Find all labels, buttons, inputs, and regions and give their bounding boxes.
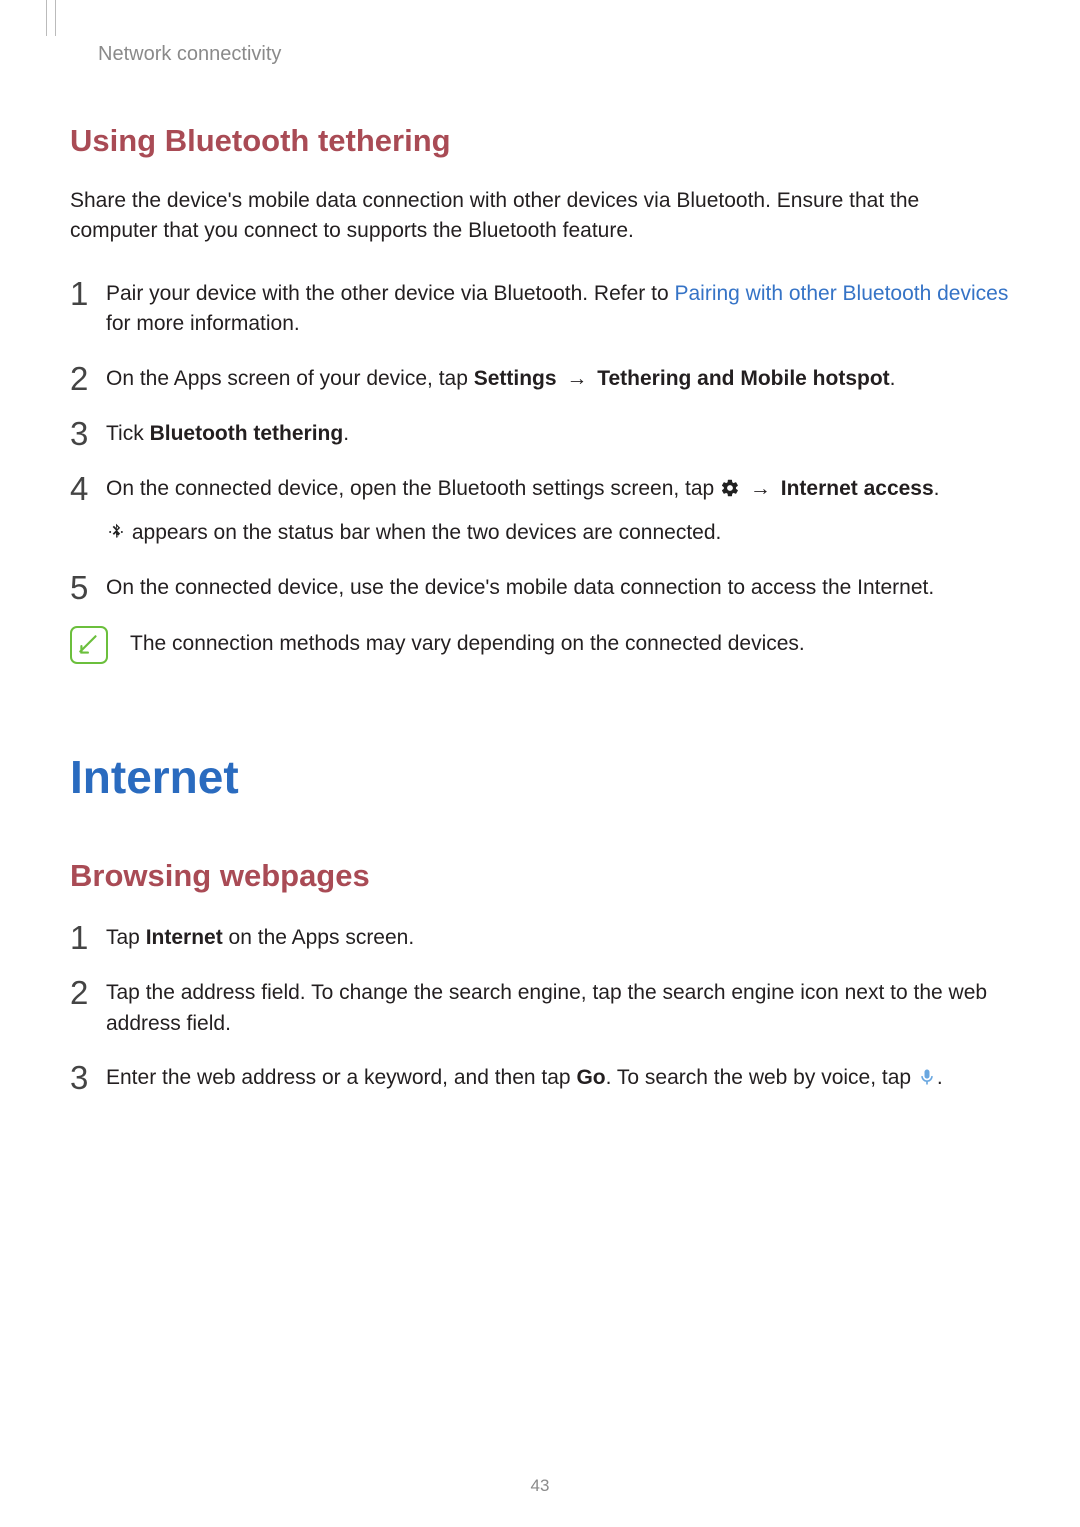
step-number: 5 xyxy=(70,571,106,604)
arrow: → xyxy=(740,477,781,500)
step-4: 4 On the connected device, open the Blue… xyxy=(70,472,1010,549)
bold-settings: Settings xyxy=(474,367,557,390)
step-number: 1 xyxy=(70,921,106,954)
step-1: 1 Pair your device with the other device… xyxy=(70,277,1010,340)
step-number: 2 xyxy=(70,362,106,395)
note-row: The connection methods may vary dependin… xyxy=(70,626,1010,664)
bold-internet: Internet xyxy=(146,926,223,949)
step-body: On the connected device, open the Blueto… xyxy=(106,472,1010,549)
step-body: Tap the address field. To change the sea… xyxy=(106,976,1010,1039)
text: . xyxy=(937,1066,943,1089)
step-1b: 1 Tap Internet on the Apps screen. xyxy=(70,921,1010,954)
text: On the connected device, open the Blueto… xyxy=(106,477,720,500)
step-sub: appears on the status bar when the two d… xyxy=(106,518,1010,548)
text: for more information. xyxy=(106,312,300,335)
gear-icon xyxy=(720,478,740,498)
bold-bluetooth-tethering: Bluetooth tethering xyxy=(150,422,344,445)
text: . To search the web by voice, tap xyxy=(606,1066,917,1089)
text: . xyxy=(890,367,896,390)
step-2: 2 On the Apps screen of your device, tap… xyxy=(70,362,1010,395)
page-number: 43 xyxy=(0,1474,1080,1499)
step-3b: 3 Enter the web address or a keyword, an… xyxy=(70,1061,1010,1094)
step-3: 3 Tick Bluetooth tethering. xyxy=(70,417,1010,450)
step-body: On the Apps screen of your device, tap S… xyxy=(106,362,1010,394)
text: On the Apps screen of your device, tap xyxy=(106,367,474,390)
step-number: 3 xyxy=(70,417,106,450)
text: . xyxy=(343,422,349,445)
step-body: Tap Internet on the Apps screen. xyxy=(106,921,1010,953)
note-text: The connection methods may vary dependin… xyxy=(130,629,805,659)
step-number: 4 xyxy=(70,472,106,505)
step-number: 1 xyxy=(70,277,106,310)
intro-paragraph: Share the device's mobile data connectio… xyxy=(70,186,1010,247)
step-number: 3 xyxy=(70,1061,106,1094)
page-crop-mark xyxy=(46,0,56,36)
step-body: Pair your device with the other device v… xyxy=(106,277,1010,340)
step-number: 2 xyxy=(70,976,106,1009)
bold-go: Go xyxy=(576,1066,605,1089)
text: appears on the status bar when the two d… xyxy=(126,521,721,544)
bluetooth-tether-icon xyxy=(106,522,126,542)
text: on the Apps screen. xyxy=(223,926,414,949)
bold-tethering: Tethering and Mobile hotspot xyxy=(597,367,889,390)
link-pairing-bluetooth[interactable]: Pairing with other Bluetooth devices xyxy=(674,282,1008,305)
text: Tap xyxy=(106,926,146,949)
heading-browsing-webpages: Browsing webpages xyxy=(70,854,1010,899)
step-body: On the connected device, use the device'… xyxy=(106,571,1010,603)
mic-icon xyxy=(917,1067,937,1087)
text: Pair your device with the other device v… xyxy=(106,282,674,305)
text: Enter the web address or a keyword, and … xyxy=(106,1066,576,1089)
heading-internet: Internet xyxy=(70,744,1010,811)
note-icon xyxy=(70,626,108,664)
text: . xyxy=(934,477,940,500)
heading-using-bluetooth-tethering: Using Bluetooth tethering xyxy=(70,119,1010,164)
step-body: Enter the web address or a keyword, and … xyxy=(106,1061,1010,1093)
step-body: Tick Bluetooth tethering. xyxy=(106,417,1010,449)
bold-internet-access: Internet access xyxy=(781,477,934,500)
arrow: → xyxy=(557,367,598,390)
text: Tick xyxy=(106,422,150,445)
step-2b: 2 Tap the address field. To change the s… xyxy=(70,976,1010,1039)
step-5: 5 On the connected device, use the devic… xyxy=(70,571,1010,604)
breadcrumb: Network connectivity xyxy=(98,40,1010,69)
